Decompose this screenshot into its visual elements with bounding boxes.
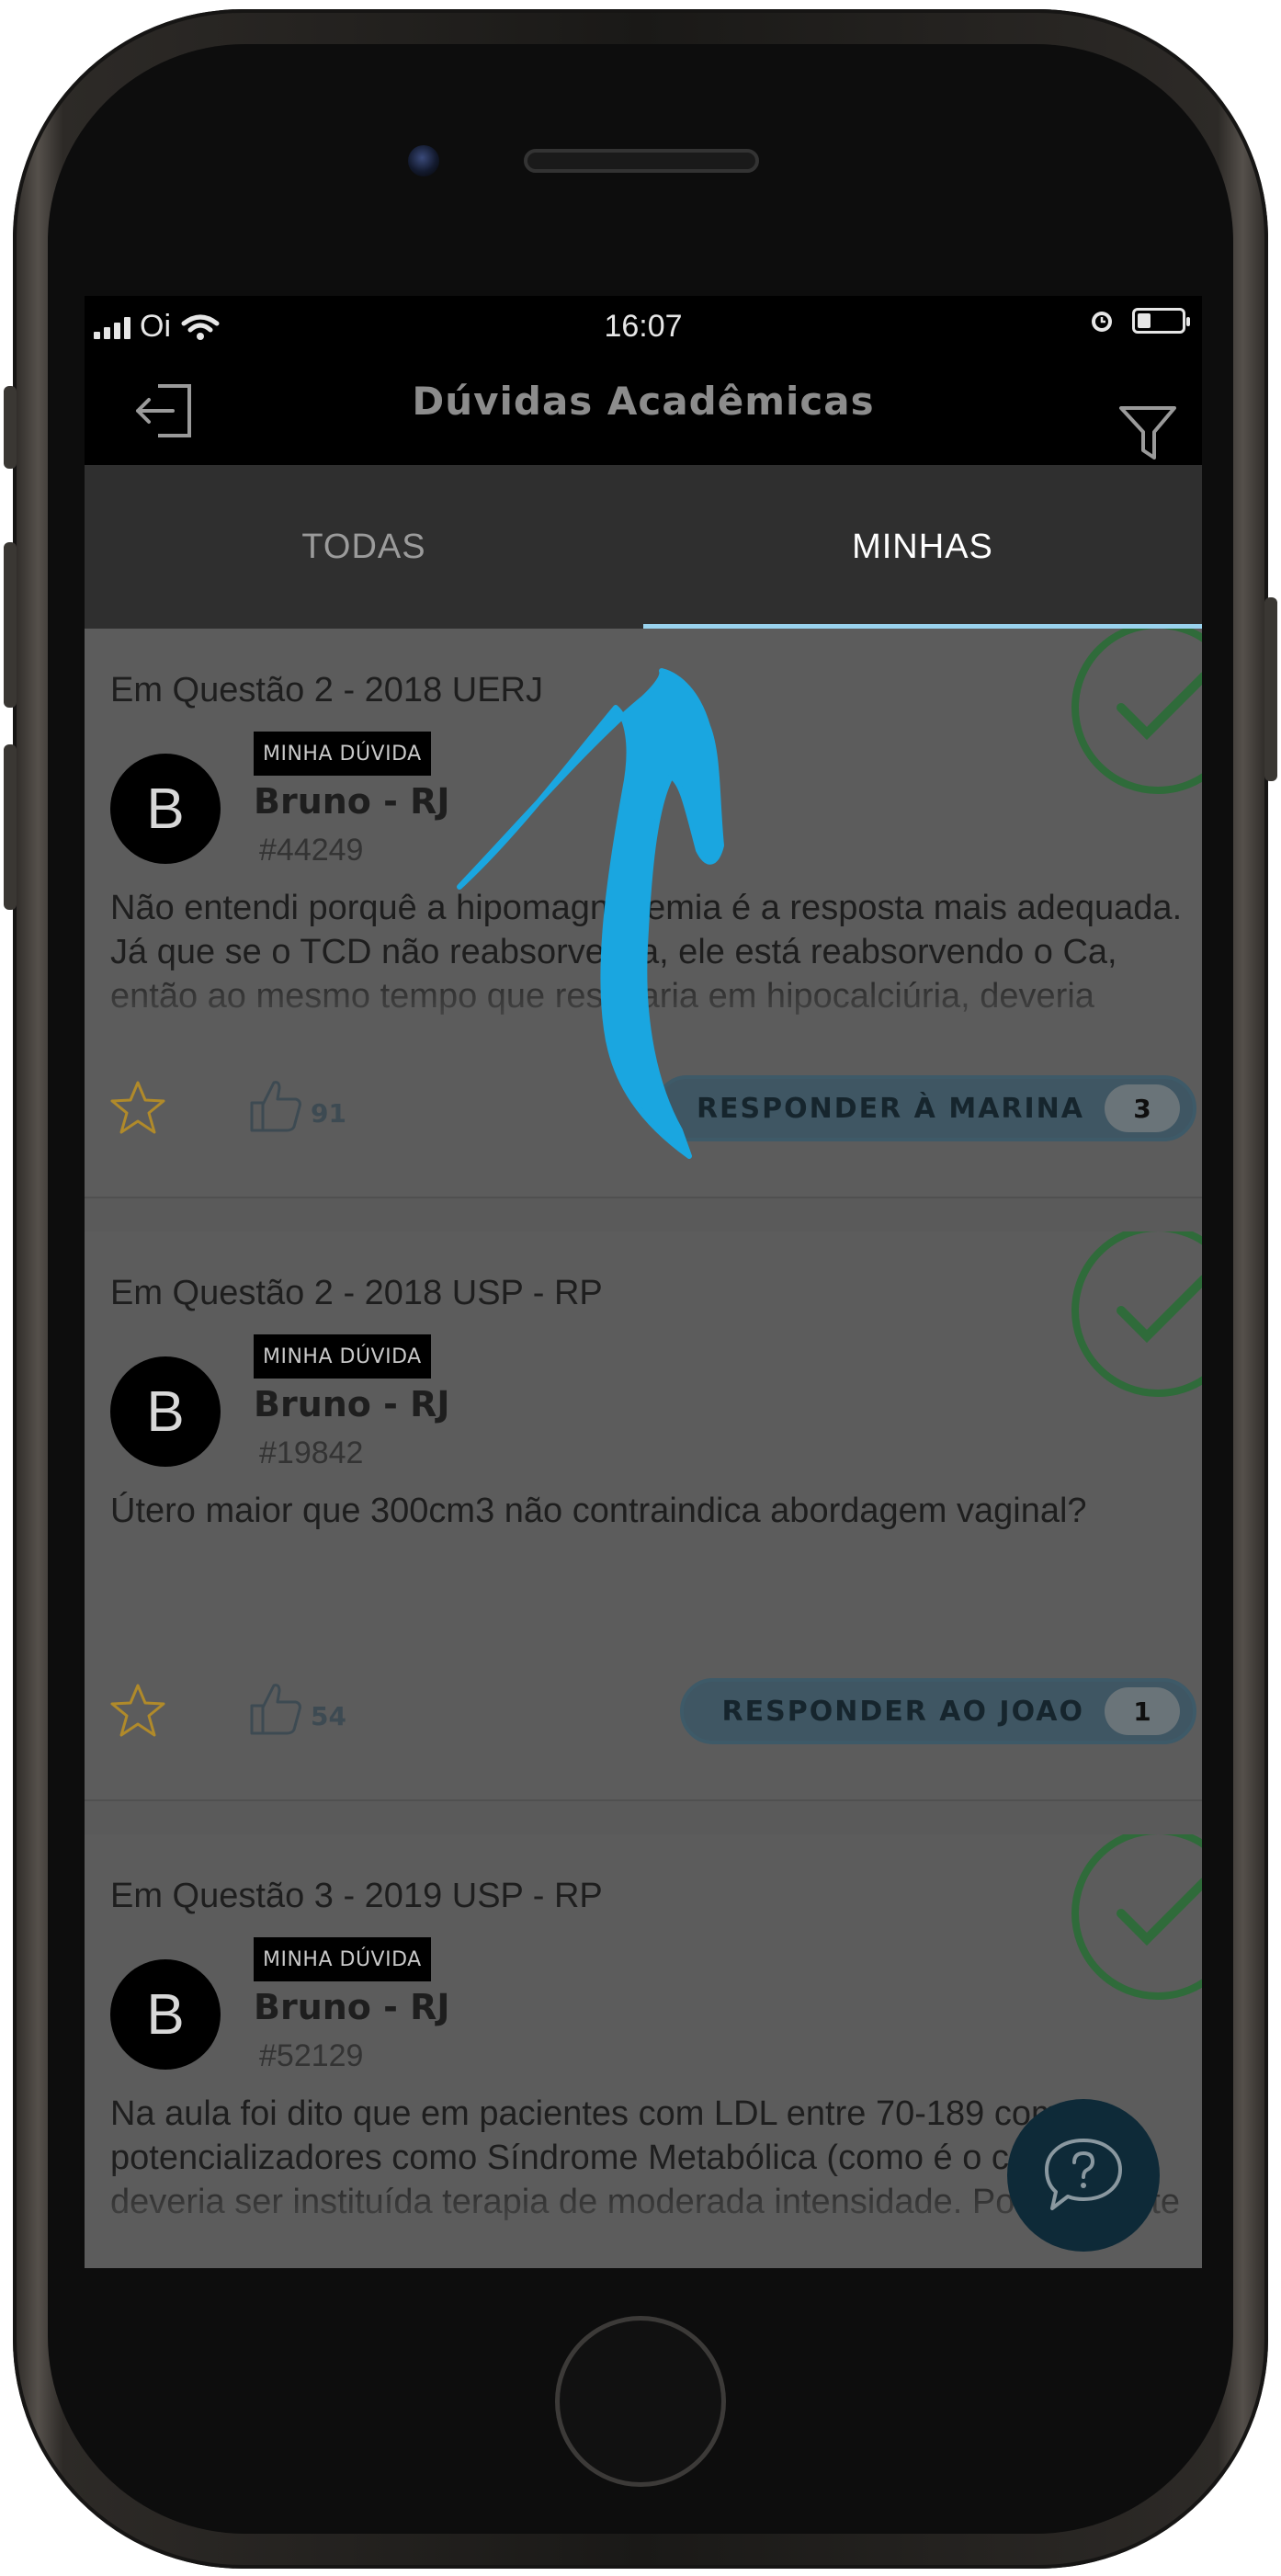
like-button[interactable]: 54 bbox=[248, 1680, 346, 1737]
reply-count-badge: 3 bbox=[1105, 1084, 1180, 1132]
reply-button[interactable]: RESPONDER À MARINA 3 bbox=[653, 1075, 1196, 1141]
like-button[interactable]: 91 bbox=[248, 1077, 346, 1134]
question-text: Útero maior que 300cm3 não contraindica … bbox=[110, 1492, 1087, 1530]
avatar: B bbox=[110, 754, 221, 864]
author-name: Bruno - RJ bbox=[254, 781, 450, 822]
author-name: Bruno - RJ bbox=[254, 1987, 450, 2027]
author-name: Bruno - RJ bbox=[254, 1384, 450, 1424]
question-id: #19842 bbox=[259, 1436, 364, 1470]
mute-switch bbox=[4, 386, 17, 469]
front-camera bbox=[408, 145, 439, 176]
app-header: Dúvidas Acadêmicas bbox=[85, 357, 1202, 465]
like-count: 54 bbox=[311, 1701, 346, 1731]
check-icon bbox=[1071, 1231, 1202, 1397]
earpiece-speaker bbox=[524, 149, 759, 173]
like-count: 91 bbox=[311, 1098, 346, 1129]
help-chat-button[interactable] bbox=[1007, 2099, 1160, 2252]
reply-button[interactable]: RESPONDER AO JOAO 1 bbox=[679, 1678, 1196, 1744]
page-title: Dúvidas Acadêmicas bbox=[412, 379, 875, 424]
reply-count-badge: 1 bbox=[1105, 1687, 1180, 1735]
chat-help-icon bbox=[1045, 2139, 1122, 2210]
my-question-badge: MINHA DÚVIDA bbox=[254, 1937, 431, 1981]
avatar: B bbox=[110, 1356, 221, 1467]
question-id: #44249 bbox=[259, 833, 364, 868]
question-context: Em Questão 3 - 2019 USP - RP bbox=[110, 1877, 603, 1915]
check-icon bbox=[1071, 1834, 1202, 2000]
star-icon[interactable] bbox=[108, 1079, 167, 1136]
filter-icon[interactable] bbox=[1117, 404, 1178, 461]
reply-label: RESPONDER À MARINA bbox=[696, 1092, 1084, 1125]
tab-bar: TODAS MINHAS bbox=[85, 465, 1202, 629]
battery-icon bbox=[1132, 308, 1190, 334]
my-question-badge: MINHA DÚVIDA bbox=[254, 732, 431, 776]
volume-up-button bbox=[4, 542, 17, 708]
thumbs-up-icon bbox=[250, 1081, 301, 1132]
thumbs-up-icon bbox=[250, 1684, 301, 1735]
question-card[interactable]: Em Questão 2 - 2018 UERJ B MINHA DÚVIDA … bbox=[85, 629, 1202, 1198]
home-button[interactable] bbox=[555, 2316, 726, 2487]
status-right bbox=[1088, 307, 1190, 335]
question-context: Em Questão 2 - 2018 USP - RP bbox=[110, 1274, 603, 1312]
avatar: B bbox=[110, 1959, 221, 2070]
question-card[interactable]: Em Questão 2 - 2018 USP - RP B MINHA DÚV… bbox=[85, 1231, 1202, 1801]
alarm-icon bbox=[1092, 312, 1112, 332]
star-icon[interactable] bbox=[108, 1682, 167, 1739]
status-bar: Oi 16:07 bbox=[85, 296, 1202, 357]
reply-label: RESPONDER AO JOAO bbox=[721, 1695, 1084, 1728]
volume-down-button bbox=[4, 744, 17, 910]
power-button bbox=[1264, 597, 1277, 781]
tab-todas[interactable]: TODAS bbox=[85, 465, 643, 629]
app-screen: Oi 16:07 Dúvidas Acadêmicas TODAS MINHAS… bbox=[85, 296, 1202, 2268]
check-icon bbox=[1071, 629, 1202, 794]
my-question-badge: MINHA DÚVIDA bbox=[254, 1334, 431, 1379]
question-text: Não entendi porquê a hipomagnesemia é a … bbox=[110, 889, 1183, 1026]
tab-minhas[interactable]: MINHAS bbox=[643, 465, 1202, 629]
status-time: 16:07 bbox=[604, 309, 683, 344]
question-context: Em Questão 2 - 2018 UERJ bbox=[110, 671, 543, 709]
question-id: #52129 bbox=[259, 2038, 364, 2073]
